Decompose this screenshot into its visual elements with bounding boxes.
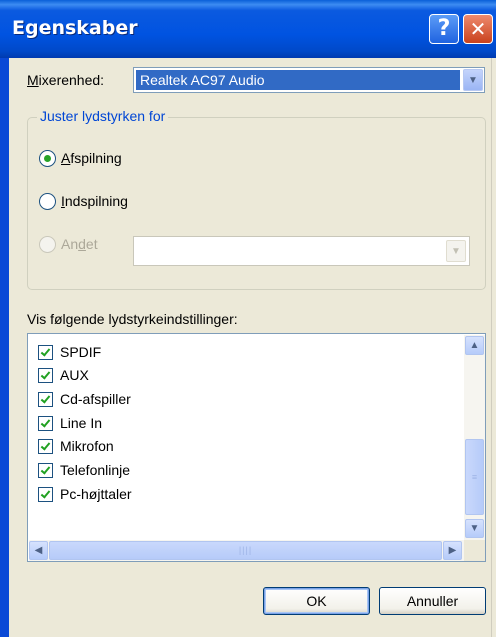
list-item[interactable]: AUX	[38, 364, 89, 386]
radio-other-text: et	[85, 236, 98, 252]
adjust-volume-legend: Juster lydstyrken for	[37, 108, 169, 124]
checkmark-icon	[40, 416, 51, 428]
list-item-label: Telefonlinje	[60, 462, 131, 478]
checkmark-icon	[40, 463, 51, 475]
horizontal-scroll-thumb[interactable]: ||||	[49, 541, 442, 560]
cancel-button[interactable]: Annuller	[379, 587, 486, 615]
other-device-select: ▼	[133, 236, 470, 266]
help-button[interactable]: ?	[429, 14, 459, 44]
list-item-label: AUX	[60, 367, 89, 383]
checkmark-icon	[40, 439, 51, 451]
radio-recording-text: ndspilning	[64, 193, 128, 209]
radio-button-icon	[39, 235, 56, 253]
checkmark-icon	[40, 368, 51, 380]
mixer-device-label: Mixerenhed:	[27, 72, 104, 88]
mixer-device-select[interactable]: Realtek AC97 Audio ▼	[133, 67, 485, 93]
list-item[interactable]: SPDIF	[38, 341, 101, 363]
mixer-label-rest: ixerenhed:	[38, 72, 105, 88]
checkmark-icon	[40, 487, 51, 499]
radio-other: Andet	[39, 234, 98, 254]
checkbox-icon[interactable]	[38, 367, 53, 383]
radio-playback[interactable]: Afspilning	[39, 148, 122, 168]
properties-dialog: Egenskaber ? ✕ Mixerenhed: Realtek AC97 …	[0, 0, 496, 637]
checkmark-icon	[40, 345, 51, 357]
scrollbar-corner	[464, 540, 485, 561]
list-item-label: Pc-højttaler	[60, 486, 132, 502]
list-item[interactable]: Cd-afspiller	[38, 388, 131, 410]
radio-playback-label: Afspilning	[61, 150, 122, 166]
list-item[interactable]: Pc-højttaler	[38, 483, 132, 505]
title-bar[interactable]: Egenskaber ? ✕	[0, 0, 496, 58]
list-item-label: Cd-afspiller	[60, 391, 131, 407]
list-item-label: Mikrofon	[60, 438, 114, 454]
list-item-label: Line In	[60, 415, 103, 431]
checkbox-icon[interactable]	[38, 438, 53, 454]
ok-button[interactable]: OK	[263, 587, 370, 615]
radio-other-label: Andet	[61, 236, 98, 252]
radio-other-accelerator: d	[78, 236, 86, 252]
volume-controls-list[interactable]: SPDIF AUX Cd-afspiller Line In Mikrofon …	[27, 333, 486, 562]
scroll-left-icon[interactable]: ◀	[29, 541, 48, 560]
window-title: Egenskaber	[12, 17, 138, 39]
list-item-label: SPDIF	[60, 344, 102, 360]
scroll-up-icon[interactable]: ▲	[465, 336, 484, 355]
chevron-down-icon[interactable]: ▼	[463, 69, 483, 91]
radio-recording[interactable]: Indspilning	[39, 191, 128, 211]
radio-playback-text: fspilning	[70, 150, 122, 166]
close-button[interactable]: ✕	[463, 14, 493, 44]
radio-selected-dot	[44, 154, 51, 162]
mixer-label-accelerator: M	[27, 72, 39, 88]
list-item[interactable]: Line In	[38, 412, 102, 434]
checkbox-icon[interactable]	[38, 391, 53, 407]
controls-list-caption: Vis følgende lydstyrkeindstillinger:	[27, 311, 238, 327]
list-item[interactable]: Mikrofon	[38, 435, 114, 457]
checkbox-icon[interactable]	[38, 344, 53, 360]
list-item[interactable]: Telefonlinje	[38, 459, 130, 481]
radio-playback-accelerator: A	[61, 150, 71, 166]
checkmark-icon	[40, 392, 51, 404]
scroll-down-icon[interactable]: ▼	[465, 519, 484, 538]
chevron-down-icon: ▼	[446, 240, 466, 262]
checkbox-icon[interactable]	[38, 462, 53, 478]
scroll-right-icon[interactable]: ▶	[443, 541, 462, 560]
radio-recording-label: Indspilning	[61, 193, 128, 209]
checkbox-icon[interactable]	[38, 415, 53, 431]
mixer-device-value: Realtek AC97 Audio	[136, 70, 460, 90]
radio-other-text-pre: An	[61, 236, 79, 252]
radio-button-icon[interactable]	[39, 149, 56, 167]
vertical-scrollbar[interactable]: ▲ ≡ ▼	[464, 335, 485, 540]
window-frame-left	[0, 58, 9, 637]
radio-button-icon[interactable]	[39, 192, 56, 210]
checkbox-icon[interactable]	[38, 486, 53, 502]
vertical-scroll-thumb[interactable]: ≡	[465, 439, 484, 515]
horizontal-scrollbar[interactable]: ◀ |||| ▶	[29, 540, 464, 561]
window-frame-right	[491, 58, 496, 637]
